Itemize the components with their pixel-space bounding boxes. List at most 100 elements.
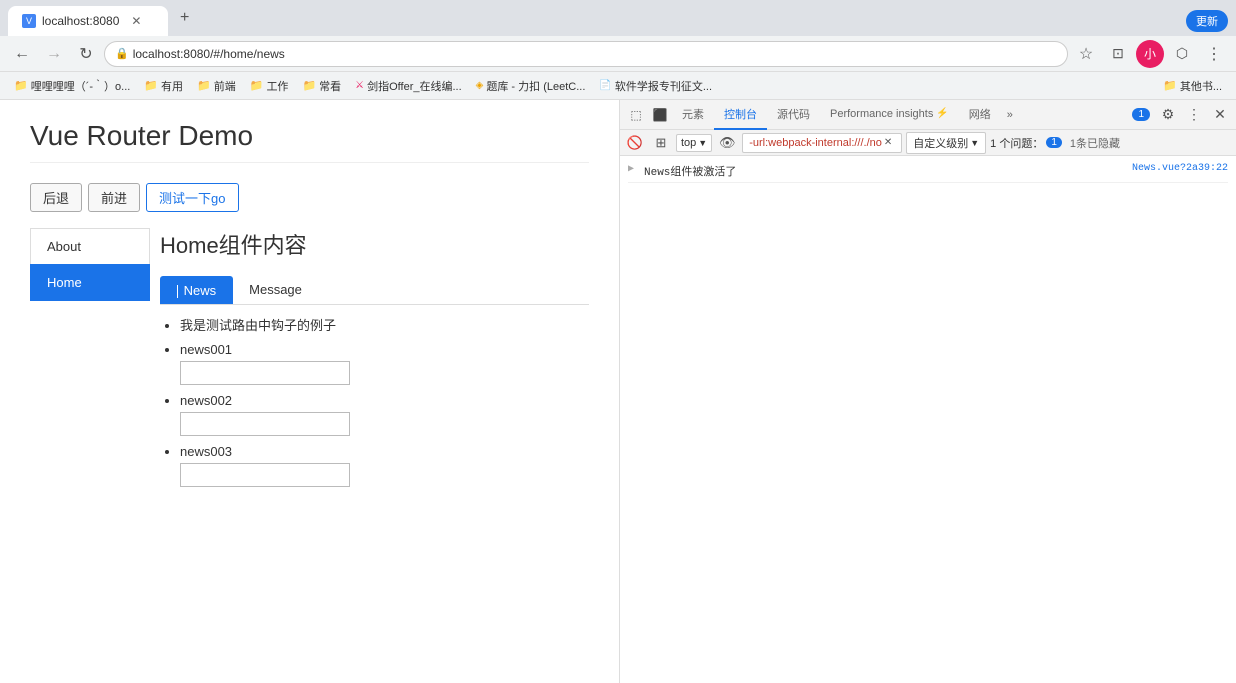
router-nav: About Home <box>30 228 150 495</box>
home-component-content: Home组件内容 News Message <box>160 228 589 495</box>
tab-performance-insights[interactable]: Performance insights ⚡ <box>820 100 959 130</box>
bookmark-label-6: 题库 - 力扣 (LeetC... <box>486 78 585 94</box>
bookmark-favicon-6: ◈ <box>476 80 484 91</box>
folder-icon-0: 📁 <box>14 79 28 92</box>
bookmark-more[interactable]: 📁 其他书... <box>1157 76 1228 96</box>
refresh-nav-button[interactable]: ↻ <box>72 40 100 68</box>
tab-elements[interactable]: 元素 <box>672 100 714 130</box>
news-input-3[interactable] <box>180 463 350 487</box>
page-content-area: Vue Router Demo 后退 前进 测试一下go About Home <box>0 100 620 683</box>
tab-news[interactable]: News <box>160 276 233 304</box>
news-input-2[interactable] <box>180 412 350 436</box>
console-output-area: ▶ News组件被激活了 News.vue?2a39:22 <box>620 156 1236 683</box>
main-area: Vue Router Demo 后退 前进 测试一下go About Home <box>0 100 1236 683</box>
filter-input-wrapper[interactable]: -url:webpack-internal:///./no ✕ <box>742 133 902 153</box>
console-expand-arrow[interactable]: ▶ <box>628 163 638 175</box>
bookmark-item-6[interactable]: ◈ 题库 - 力扣 (LeetC... <box>470 76 592 96</box>
bookmark-item-1[interactable]: 📁 有用 <box>138 76 189 96</box>
dropdown-arrow-icon-2: ▼ <box>970 138 979 148</box>
address-bar[interactable]: 🔒 localhost:8080/#/home/news <box>104 41 1068 67</box>
test-button[interactable]: 测试一下go <box>146 183 238 212</box>
profile-icon[interactable]: 小 <box>1136 40 1164 68</box>
bookmark-item-3[interactable]: 📁 工作 <box>244 76 295 96</box>
issues-count-badge: 1 <box>1046 137 1062 148</box>
news-list: 我是测试路由中钩子的例子 news001 news002 <box>160 315 589 487</box>
bookmark-item-5[interactable]: ⚔ 剑指Offer_在线编... <box>349 76 468 96</box>
filter-value: -url:webpack-internal:///./no <box>749 137 882 149</box>
tab-network[interactable]: 网络 <box>959 100 1001 130</box>
router-layout: About Home Home组件内容 News <box>30 228 589 495</box>
bookmark-item-2[interactable]: 📁 前端 <box>191 76 242 96</box>
folder-icon-8: 📁 <box>1163 79 1177 92</box>
console-log-line-0: ▶ News组件被激活了 News.vue?2a39:22 <box>628 160 1228 183</box>
bookmarks-bar: 📁 哩哩哩哩（´-｀）o... 📁 有用 📁 前端 📁 工作 📁 常看 ⚔ 剑指… <box>0 72 1236 100</box>
devtools-settings-icon[interactable]: ⚙ <box>1156 103 1180 127</box>
bookmark-item-7[interactable]: 📄 软件学报专刊征文... <box>593 76 718 96</box>
forward-button[interactable]: 前进 <box>88 183 140 212</box>
bookmark-label-3: 工作 <box>266 78 288 94</box>
message-count-badge: 1 <box>1132 108 1150 121</box>
menu-icon[interactable]: ⋮ <box>1200 40 1228 68</box>
new-tab-btn[interactable]: + <box>172 5 197 31</box>
dropdown-arrow-icon: ▼ <box>698 138 707 148</box>
url-display: localhost:8080/#/home/news <box>133 47 285 61</box>
bookmark-icon[interactable]: ☆ <box>1072 40 1100 68</box>
devtools-undock-icon[interactable]: ⬛ <box>648 103 672 127</box>
tab-close-icon[interactable]: ✕ <box>131 14 141 28</box>
bookmark-label-2: 前端 <box>214 78 236 94</box>
bookmark-favicon-7: 📄 <box>599 80 611 91</box>
sub-tabs-row: News Message <box>160 276 589 305</box>
top-context-selector[interactable]: top ▼ <box>676 134 712 152</box>
page-title: Vue Router Demo <box>30 120 589 163</box>
console-clear-icon[interactable]: 🚫 <box>624 132 646 154</box>
cursor-icon <box>177 285 178 298</box>
extensions-icon[interactable]: ⬡ <box>1168 40 1196 68</box>
nav-bar: ← → ↻ 🔒 localhost:8080/#/home/news ☆ ⊡ 小… <box>0 36 1236 72</box>
list-item-2: news002 <box>180 393 589 436</box>
console-source-link-0[interactable]: News.vue?2a39:22 <box>1132 163 1228 174</box>
console-toolbar: 🚫 ⊞ top ▼ 👁 -url:webpack-internal:///./n… <box>620 130 1236 156</box>
devtools-dock-icon[interactable]: ⬚ <box>624 103 648 127</box>
devtools-close-icon[interactable]: ✕ <box>1208 103 1232 127</box>
list-item-0: 我是测试路由中钩子的例子 <box>180 315 589 334</box>
bookmark-item-4[interactable]: 📁 常看 <box>296 76 347 96</box>
active-tab[interactable]: V localhost:8080 ✕ <box>8 6 168 36</box>
custom-level-button[interactable]: 自定义级别 ▼ <box>906 132 986 154</box>
about-link[interactable]: About <box>30 228 150 264</box>
bookmark-label-8: 其他书... <box>1180 78 1222 94</box>
console-toggle-icon[interactable]: ⊞ <box>650 132 672 154</box>
news-content: 我是测试路由中钩子的例子 news001 news002 <box>160 305 589 487</box>
bookmark-label-1: 有用 <box>161 78 183 94</box>
devtools-more-icon[interactable]: ⋮ <box>1182 103 1206 127</box>
back-nav-button[interactable]: ← <box>8 40 36 68</box>
browser-tab-bar: V localhost:8080 ✕ + 更新 <box>0 0 1236 36</box>
home-component-title: Home组件内容 <box>160 228 589 260</box>
folder-icon-1: 📁 <box>144 79 158 92</box>
update-button[interactable]: 更新 <box>1186 10 1228 32</box>
browser-window: V localhost:8080 ✕ + 更新 ← → ↻ 🔒 localhos… <box>0 0 1236 683</box>
cast-icon[interactable]: ⊡ <box>1104 40 1132 68</box>
home-link[interactable]: Home <box>30 264 150 301</box>
folder-icon-3: 📁 <box>250 79 264 92</box>
back-button[interactable]: 后退 <box>30 183 82 212</box>
eye-icon[interactable]: 👁 <box>716 132 738 154</box>
news-input-1[interactable] <box>180 361 350 385</box>
filter-clear-icon[interactable]: ✕ <box>884 137 892 148</box>
devtools-tab-bar: ⬚ ⬛ 元素 控制台 源代码 Performance insights ⚡ 网络 <box>620 100 1236 130</box>
lock-icon: 🔒 <box>115 47 129 60</box>
tab-console[interactable]: 控制台 <box>714 100 767 130</box>
tab-more[interactable]: » <box>1001 100 1019 130</box>
bookmark-label-0: 哩哩哩哩（´-｀）o... <box>31 78 131 94</box>
bookmark-label-4: 常看 <box>319 78 341 94</box>
tab-favicon: V <box>22 14 36 28</box>
issues-label: 1 个问题： 1 <box>990 135 1062 151</box>
performance-icon: ⚡ <box>936 108 948 119</box>
forward-nav-button[interactable]: → <box>40 40 68 68</box>
console-log-text-0: News组件被激活了 <box>644 163 1126 179</box>
hidden-count: 1条已隐藏 <box>1070 135 1120 151</box>
list-item-1: news001 <box>180 342 589 385</box>
devtools-panel: ⬚ ⬛ 元素 控制台 源代码 Performance insights ⚡ 网络 <box>620 100 1236 683</box>
bookmark-item-0[interactable]: 📁 哩哩哩哩（´-｀）o... <box>8 76 136 96</box>
tab-sources[interactable]: 源代码 <box>767 100 820 130</box>
tab-message[interactable]: Message <box>233 276 318 304</box>
